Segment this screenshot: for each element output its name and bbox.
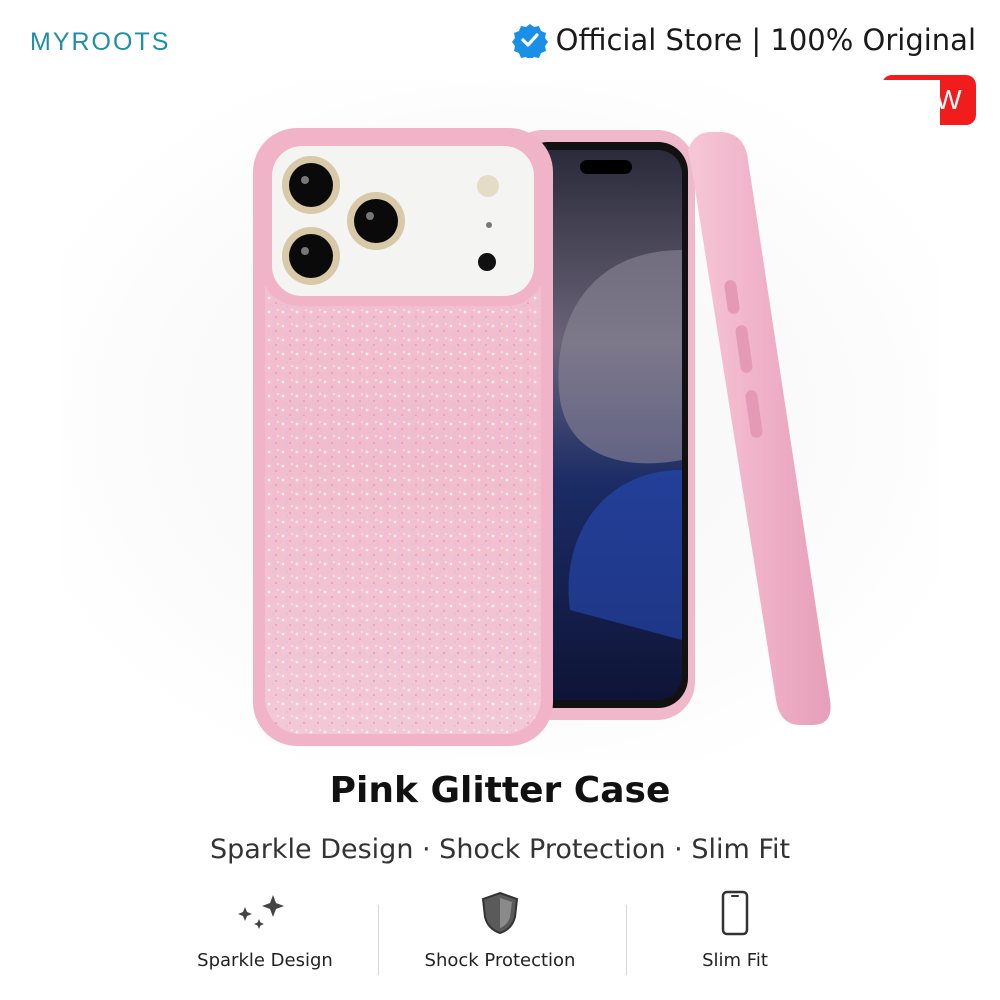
lidar-sensor: [478, 253, 496, 271]
camera-flash: [477, 175, 499, 197]
camera-lens: [347, 192, 405, 250]
feature-shock-protection: Shock Protection: [395, 888, 605, 988]
feature-label: Slim Fit: [702, 950, 768, 971]
feature-label: Shock Protection: [424, 950, 576, 971]
feature-list: Sparkle Design Shock Protection Slim Fit: [160, 888, 840, 988]
side-view-case: [688, 131, 831, 725]
phone-outline-icon: [721, 890, 749, 936]
feature-slim-fit: Slim Fit: [630, 888, 840, 988]
feature-label: Sparkle Design: [197, 950, 333, 971]
product-photo: [253, 128, 831, 746]
feature-sparkle-design: Sparkle Design: [160, 888, 370, 988]
shield-icon: [481, 891, 519, 935]
camera-lens: [282, 156, 340, 214]
back-view-glitter-case: [253, 128, 553, 746]
sparkle-icon: [238, 895, 284, 929]
product-subtitle: Sparkle Design · Shock Protection · Slim…: [209, 834, 791, 865]
camera-lens: [282, 227, 340, 285]
product-title: Pink Glitter Case: [329, 770, 671, 811]
